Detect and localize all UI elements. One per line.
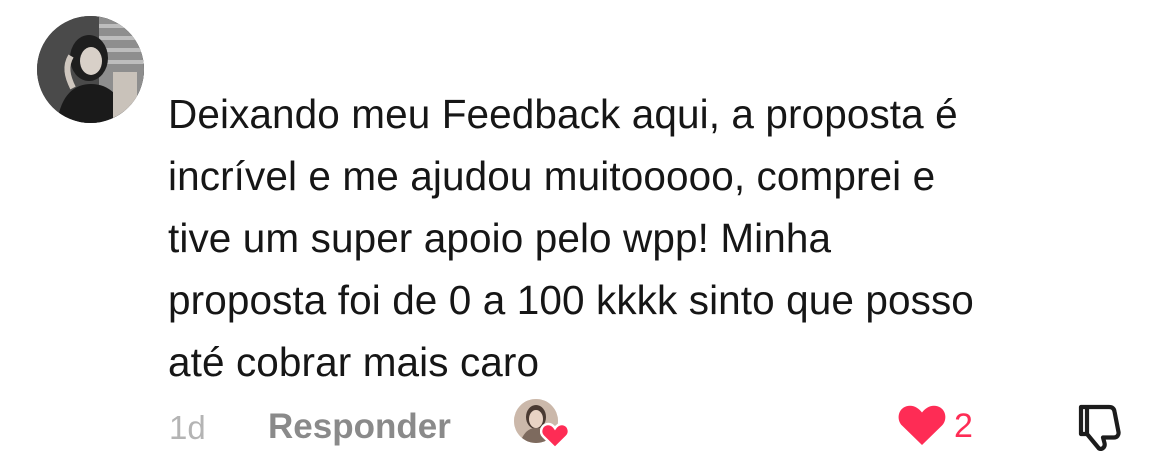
comment-text: Deixando meu Feedback aqui, a proposta é… [168, 91, 974, 385]
thumbs-down-icon[interactable] [1072, 401, 1126, 451]
avatar-photo-icon [37, 16, 144, 123]
comment-actions: 1d Responder 2 [0, 397, 1170, 457]
creator-heart-icon [540, 422, 570, 449]
heart-icon[interactable] [896, 401, 948, 447]
like-count: 2 [954, 407, 973, 445]
user-avatar[interactable] [37, 16, 144, 123]
liked-by-creator-badge [514, 399, 572, 449]
comment-timestamp: 1d [169, 409, 206, 446]
reply-button[interactable]: Responder [268, 407, 451, 447]
